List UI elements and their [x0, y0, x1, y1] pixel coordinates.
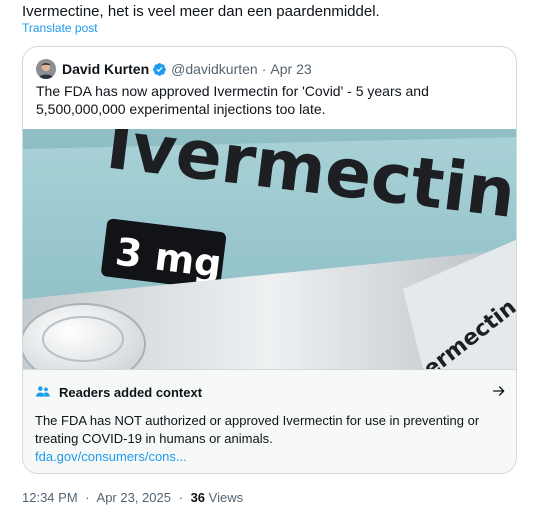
separator-dot: · [85, 490, 90, 505]
post-full-date[interactable]: Apr 23, 2025 [97, 490, 171, 505]
people-icon [36, 386, 50, 397]
author-name[interactable]: David Kurten [62, 61, 149, 77]
post-meta: 12:34 PM · Apr 23, 2025 · 36 Views [22, 490, 243, 505]
quote-media-image[interactable]: Ivermectin 3 mg Ivermectin [23, 129, 516, 369]
readers-context-panel[interactable]: Readers added context The FDA has NOT au… [23, 369, 516, 473]
context-header[interactable]: Readers added context [35, 382, 507, 402]
arrow-right-icon[interactable] [491, 383, 507, 399]
post-time[interactable]: 12:34 PM [22, 490, 78, 505]
author-handle[interactable]: @davidkurten [171, 61, 258, 77]
quoted-post-card[interactable]: David Kurten @davidkurten · Apr 23 The F… [22, 46, 517, 474]
views-label: Views [208, 490, 244, 505]
context-body: The FDA has NOT authorized or approved I… [35, 413, 480, 446]
quote-text: The FDA has now approved Ivermectin for … [36, 83, 429, 117]
verified-badge-icon [153, 62, 167, 76]
post-text: Ivermectine, het is veel meer dan een pa… [22, 3, 380, 20]
separator-dot: · [261, 61, 267, 77]
post-date[interactable]: Apr 23 [270, 61, 311, 77]
quote-header: David Kurten @davidkurten · Apr 23 [36, 59, 312, 79]
separator-dot: · [178, 490, 183, 505]
translate-post-link[interactable]: Translate post [22, 21, 98, 35]
context-title: Readers added context [59, 384, 203, 400]
avatar[interactable] [36, 59, 56, 79]
context-source-link[interactable]: fda.gov/consumers/cons... [35, 449, 187, 464]
views-count: 36 [190, 490, 206, 505]
